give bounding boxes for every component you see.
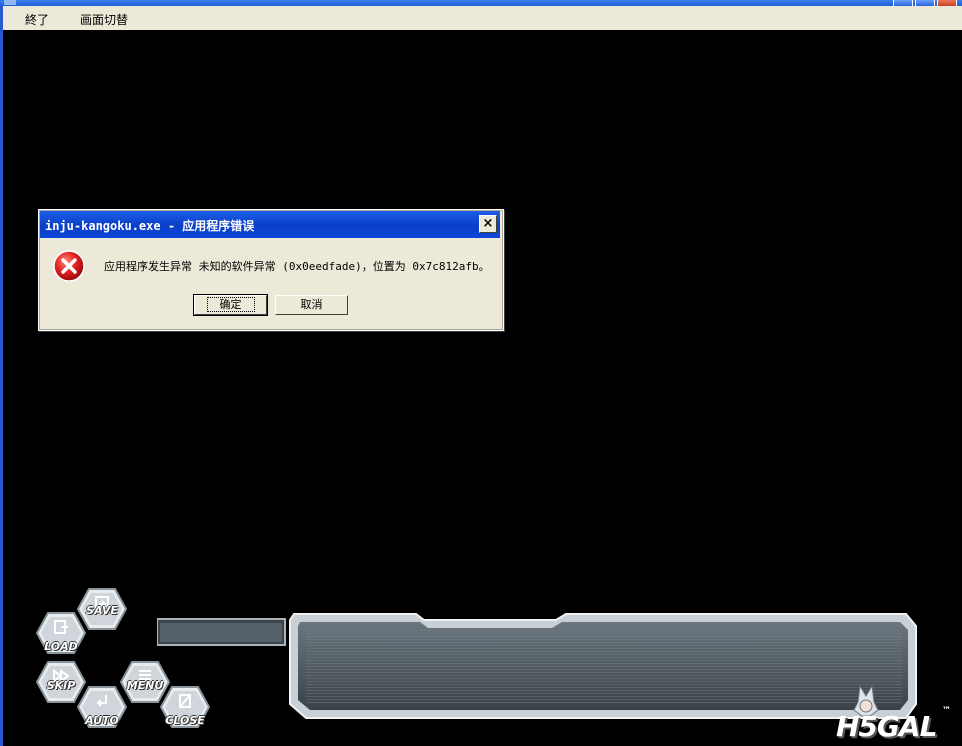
close-window-icon bbox=[179, 694, 191, 708]
menu-item-exit[interactable]: 終了 bbox=[25, 11, 49, 28]
error-dialog: inju-kangoku.exe - 应用程序错误 × 应用程序发生异常 未知的… bbox=[38, 209, 504, 331]
dialog-title: inju-kangoku.exe - 应用程序错误 bbox=[45, 219, 255, 233]
message-window bbox=[289, 613, 917, 719]
error-icon bbox=[53, 250, 85, 282]
dialog-titlebar[interactable]: inju-kangoku.exe - 应用程序错误 × bbox=[40, 211, 500, 238]
name-plate bbox=[157, 618, 286, 646]
dialog-message: 应用程序发生异常 未知的软件异常 (0x0eedfade)，位置为 0x7c81… bbox=[104, 260, 490, 273]
ok-button[interactable]: 确定 bbox=[193, 294, 268, 316]
ok-button-label: 确定 bbox=[206, 297, 255, 312]
close-button[interactable]: CLOSE bbox=[160, 685, 210, 729]
dialog-close-button[interactable]: × bbox=[479, 215, 497, 233]
load-label: LOAD bbox=[44, 640, 78, 653]
close-label: CLOSE bbox=[165, 714, 205, 727]
load-button[interactable]: LOAD bbox=[36, 611, 86, 655]
trademark-mark: ™ bbox=[942, 706, 951, 716]
window-frame-left bbox=[0, 6, 3, 746]
menu-item-screen-switch[interactable]: 画面切替 bbox=[80, 11, 128, 28]
h5gal-logo: H5GAL bbox=[836, 710, 937, 743]
auto-button[interactable]: AUTO bbox=[77, 685, 127, 729]
app-icon bbox=[4, 0, 16, 5]
return-arrow-icon bbox=[96, 695, 107, 707]
menu-bar: 終了 画面切替 bbox=[3, 6, 962, 30]
cancel-button[interactable]: 取消 bbox=[275, 295, 348, 315]
auto-label: AUTO bbox=[85, 714, 119, 727]
load-icon bbox=[54, 620, 68, 634]
